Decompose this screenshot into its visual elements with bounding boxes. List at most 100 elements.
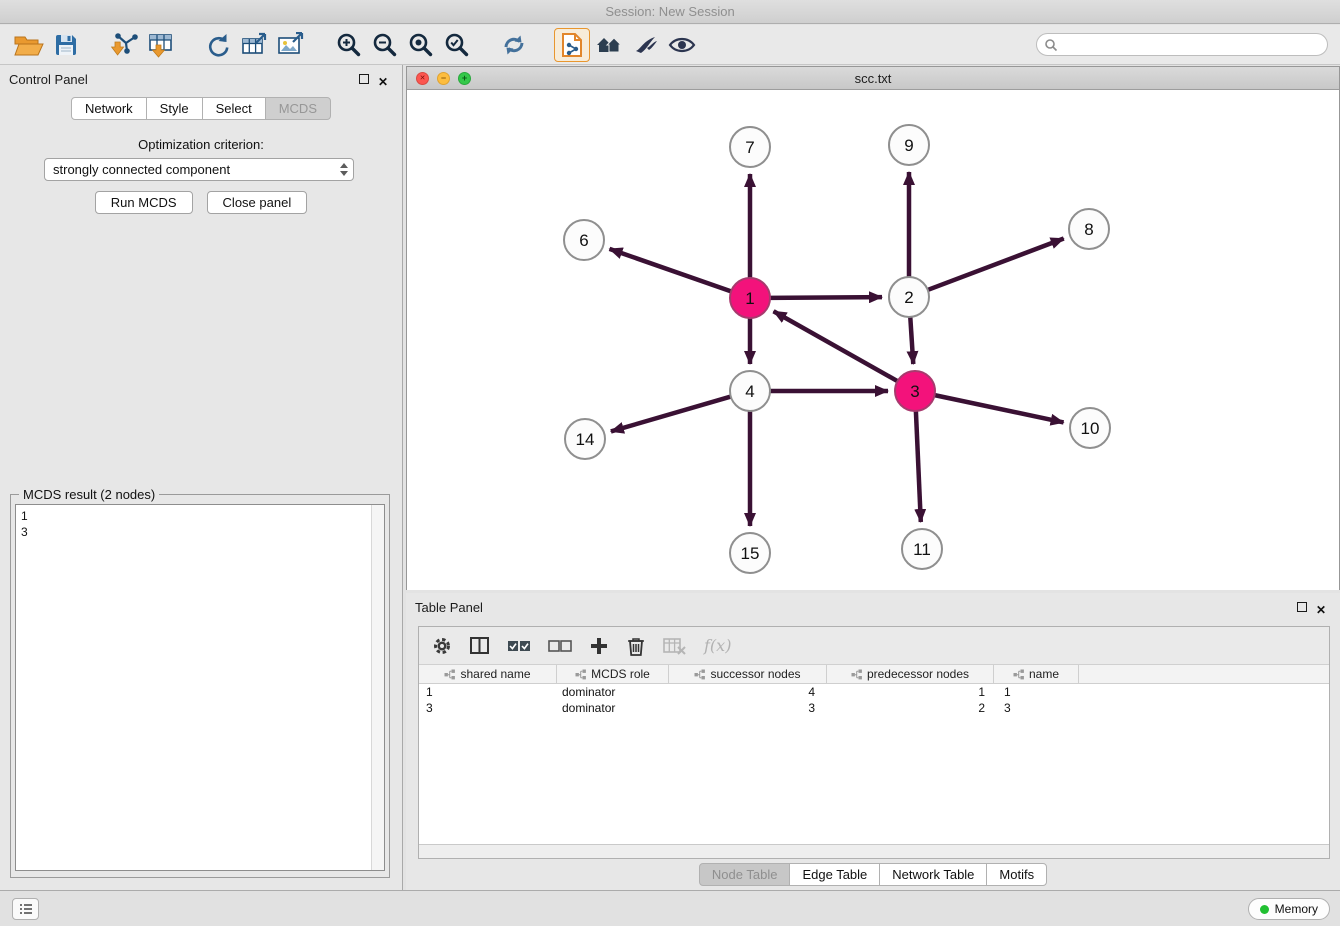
graph-edge-3-1[interactable] [774, 311, 898, 381]
float-table-panel-icon[interactable] [1297, 602, 1307, 612]
search-input[interactable] [1062, 36, 1327, 54]
zoom-selected-button[interactable] [438, 28, 474, 62]
cell-successor-nodes[interactable]: 4 [669, 684, 827, 700]
memory-button[interactable]: Memory [1248, 898, 1330, 920]
tab-network[interactable]: Network [71, 97, 147, 120]
import-network-button[interactable] [106, 28, 142, 62]
cell-mcds-role[interactable]: dominator [557, 700, 669, 716]
refresh-layout-button[interactable] [496, 28, 532, 62]
cell-predecessor-nodes[interactable]: 2 [827, 700, 994, 716]
function-builder-button[interactable]: f(x) [704, 636, 731, 655]
graph-edge-3-11[interactable] [916, 411, 921, 522]
table-settings-button[interactable] [431, 635, 453, 657]
search-icon [1044, 38, 1058, 52]
cell-name[interactable]: 1 [994, 684, 1079, 700]
tab-network-table[interactable]: Network Table [879, 863, 987, 886]
zoom-out-button[interactable] [366, 28, 402, 62]
graph-edge-4-14[interactable] [611, 397, 731, 432]
run-mcds-button[interactable]: Run MCDS [95, 191, 193, 214]
cell-shared-name[interactable]: 1 [419, 684, 557, 700]
tab-edge-table[interactable]: Edge Table [789, 863, 880, 886]
graph-node-2[interactable]: 2 [889, 277, 929, 317]
table-tabs: Node Table Edge Table Network Table Moti… [406, 863, 1340, 886]
tab-node-table[interactable]: Node Table [699, 863, 791, 886]
import-table-icon [146, 32, 174, 58]
delete-table-button[interactable] [663, 637, 687, 655]
float-panel-icon[interactable] [359, 74, 369, 84]
column-header-successor-nodes[interactable]: successor nodes [669, 665, 827, 683]
zoom-fit-button[interactable] [402, 28, 438, 62]
optimization-criterion-label: Optimization criterion: [0, 137, 402, 152]
deselect-all-button[interactable] [548, 639, 572, 653]
save-session-button[interactable] [48, 28, 84, 62]
table-horizontal-scrollbar[interactable] [419, 844, 1329, 858]
table-row[interactable]: 1 dominator 4 1 1 [419, 684, 1329, 700]
graph-node-10[interactable]: 10 [1070, 408, 1110, 448]
tab-mcds[interactable]: MCDS [265, 97, 331, 120]
graph-node-11[interactable]: 11 [902, 529, 942, 569]
graph-node-15[interactable]: 15 [730, 533, 770, 573]
close-panel-button[interactable]: Close panel [207, 191, 308, 214]
graph-node-14[interactable]: 14 [565, 419, 605, 459]
cell-predecessor-nodes[interactable]: 1 [827, 684, 994, 700]
graphics-details-button[interactable] [628, 28, 664, 62]
close-table-panel-icon[interactable] [1316, 601, 1328, 613]
network-canvas[interactable]: 7 9 6 8 1 2 4 3 14 10 15 11 [407, 90, 1339, 590]
column-header-mcds-role[interactable]: MCDS role [557, 665, 669, 683]
maximize-window-icon[interactable] [458, 72, 471, 85]
minimize-window-icon[interactable] [437, 72, 450, 85]
close-window-icon[interactable] [416, 72, 429, 85]
graph-node-9[interactable]: 9 [889, 125, 929, 165]
column-edit-icon [575, 669, 587, 680]
graph-edge-3-10[interactable] [935, 395, 1064, 422]
graph-edge-2-8[interactable] [928, 239, 1064, 290]
tab-motifs[interactable]: Motifs [986, 863, 1047, 886]
first-neighbors-button[interactable] [554, 28, 590, 62]
create-column-button[interactable] [589, 636, 609, 656]
column-header-shared-name[interactable]: shared name [419, 665, 557, 683]
open-session-button[interactable] [10, 28, 48, 62]
network-graph[interactable]: 7 9 6 8 1 2 4 3 14 10 15 11 [407, 90, 1339, 590]
zoom-in-button[interactable] [330, 28, 366, 62]
application-window: Session: New Session [0, 0, 1340, 926]
cell-mcds-role[interactable]: dominator [557, 684, 669, 700]
export-image-button[interactable] [272, 28, 308, 62]
network-window-titlebar[interactable]: scc.txt [407, 67, 1339, 90]
import-table-button[interactable] [142, 28, 178, 62]
show-navigator-button[interactable] [590, 28, 628, 62]
table-row[interactable]: 3 dominator 3 2 3 [419, 700, 1329, 716]
column-header-name[interactable]: name [994, 665, 1079, 683]
window-titlebar[interactable]: Session: New Session [0, 0, 1340, 24]
graph-edge-2-3[interactable] [910, 317, 913, 364]
graph-node-1[interactable]: 1 [730, 278, 770, 318]
delete-column-button[interactable] [626, 635, 646, 657]
show-hide-button[interactable] [664, 28, 700, 62]
graph-edge-1-2[interactable] [770, 297, 882, 298]
svg-text:11: 11 [913, 540, 931, 559]
list-icon [19, 903, 33, 915]
criterion-select[interactable]: strongly connected component [44, 158, 354, 181]
graph-node-3[interactable]: 3 [895, 371, 935, 411]
graph-node-8[interactable]: 8 [1069, 209, 1109, 249]
mcds-result-group: MCDS result (2 nodes) 1 3 [10, 494, 390, 878]
search-field[interactable] [1036, 33, 1328, 56]
graph-edge-1-6[interactable] [609, 249, 731, 291]
export-network-button[interactable] [200, 28, 236, 62]
graph-node-6[interactable]: 6 [564, 220, 604, 260]
cell-name[interactable]: 3 [994, 700, 1079, 716]
column-header-predecessor-nodes[interactable]: predecessor nodes [827, 665, 994, 683]
show-columns-button[interactable] [470, 637, 490, 655]
memory-label: Memory [1275, 902, 1318, 916]
cell-successor-nodes[interactable]: 3 [669, 700, 827, 716]
export-table-button[interactable] [236, 28, 272, 62]
tab-select[interactable]: Select [202, 97, 266, 120]
graph-node-7[interactable]: 7 [730, 127, 770, 167]
close-panel-icon[interactable] [378, 73, 390, 85]
tab-style[interactable]: Style [146, 97, 203, 120]
cell-shared-name[interactable]: 3 [419, 700, 557, 716]
select-all-button[interactable] [507, 639, 531, 653]
result-scrollbar[interactable] [371, 505, 384, 870]
graph-node-4[interactable]: 4 [730, 371, 770, 411]
task-history-button[interactable] [12, 898, 39, 920]
mcds-result-textarea[interactable]: 1 3 [15, 504, 385, 871]
